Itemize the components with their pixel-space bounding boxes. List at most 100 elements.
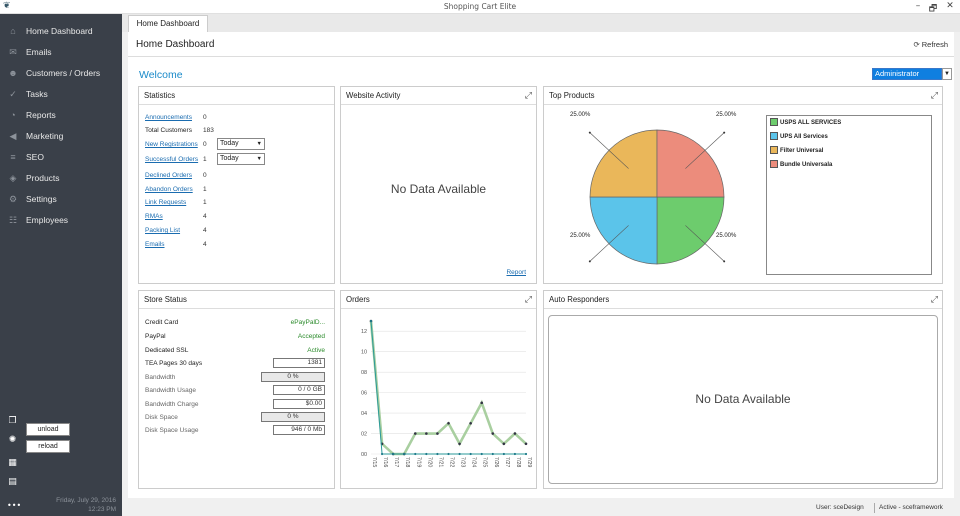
role-select[interactable]: Administrator ▼ [872,68,952,80]
sidebar-item-label: Employees [26,215,69,225]
y-tick-label: 10 [361,350,367,356]
tag-icon: ◈ [9,172,17,183]
unload-button[interactable]: unload [26,423,70,436]
sidebar-item-products[interactable]: ◈ Products [0,168,122,188]
expand-icon[interactable]: ⤢ [525,87,532,104]
period-select-value: Today [220,155,239,162]
statistic-value: 0 [203,172,207,179]
period-select[interactable]: Today ▼ [217,138,265,150]
store-status-label: Disk Space Usage [145,427,199,434]
refresh-label: Refresh [921,40,948,49]
y-tick-label: 06 [361,391,367,397]
data-point [369,319,373,323]
sidebar: ⌂ Home Dashboard ✉ Emails ☻ Customers / Order… [0,14,122,516]
calendar-icon[interactable]: ▤ [7,477,18,488]
sidebar-item-label: SEO [26,152,44,162]
store-status-label: Dedicated SSL [145,347,189,354]
sidebar-item-tasks[interactable]: ✓ Tasks [0,84,122,104]
sidebar-date: Friday, July 29, 2016 [56,497,116,504]
pie-legend: USPS ALL SERVICES UPS All Services Filter … [766,115,932,275]
y-tick-label: 08 [361,370,367,376]
legend-swatch [770,118,778,127]
readonly-field: 0 / 0 GB [273,385,325,395]
window-titlebar: ❦ Shopping Cart Elite – 🗗 ✕ [0,0,960,14]
main-content: Home Dashboard ⟳ Refresh Welcome Administ… [128,32,954,498]
statistic-label[interactable]: New Registrations [145,141,198,148]
statistic-label[interactable]: Abandon Orders [145,186,193,193]
statistic-row: RMAs 4 [145,212,330,222]
data-point [502,452,505,456]
statistic-value: 0 [203,114,207,121]
x-tick-label: 7/24 [471,457,477,467]
window-switch-icon[interactable]: ❐ [7,416,18,427]
expand-icon[interactable]: ⤢ [931,291,938,308]
store-status-label: Bandwidth Usage [145,387,196,394]
sliders-icon: ≡ [10,152,16,162]
chevron-down-icon: ▼ [256,141,262,147]
sidebar-item-marketing[interactable]: ◀ Marketing [0,126,122,146]
pie-percent-label: 25.00% [570,233,591,239]
statistic-value: 4 [203,213,207,220]
statistic-label[interactable]: Packing List [145,227,180,234]
statistic-row: Total Customers 183 [145,126,330,136]
statistic-label[interactable]: Announcements [145,114,192,121]
sidebar-item-settings[interactable]: ⚙ Settings [0,189,122,209]
store-status-row: Credit Card ePayPalD... [145,317,325,328]
statistic-row: Declined Orders 0 [145,171,330,181]
data-point [524,442,528,446]
data-point [403,452,406,456]
statistic-row: Announcements 0 [145,113,330,123]
report-link[interactable]: Report [506,269,526,276]
sidebar-item-emails[interactable]: ✉ Emails [0,42,122,62]
sidebar-item-reports[interactable]: ◔ Reports [0,105,122,125]
store-status-row: Dedicated SSL Active [145,345,325,356]
panel-title: Statistics [139,87,334,105]
chevron-down-icon[interactable]: ▼ [942,68,952,80]
sidebar-item-employees[interactable]: ☷ Employees [0,210,122,230]
data-point [380,452,384,456]
minimize-button[interactable]: – [911,1,925,11]
calculator-icon[interactable]: ▦ [7,458,18,469]
store-status-label: Disk Space [145,414,178,421]
tasks-icon: ✓ [9,88,17,99]
lightbulb-icon[interactable]: ✺ [7,435,18,446]
statistic-label[interactable]: Emails [145,241,165,248]
data-point [436,432,439,435]
readonly-field: 1381 [273,358,325,368]
statistic-row: Emails 4 [145,240,330,250]
period-select-value: Today [220,140,239,147]
close-button[interactable]: ✕ [943,1,957,11]
tab-home-dashboard[interactable]: Home Dashboard [128,15,208,32]
pie-percent-label: 25.00% [716,233,737,239]
sidebar-item-customers-orders[interactable]: ☻ Customers / Orders [0,63,122,83]
reload-button[interactable]: reload [26,440,70,453]
legend-label: Bundle Universala [780,162,833,168]
legend-item: Filter Universal [770,146,823,156]
sidebar-item-home-dashboard[interactable]: ⌂ Home Dashboard [0,21,122,41]
period-select[interactable]: Today ▼ [217,153,265,165]
page-title: Home Dashboard [136,39,215,50]
legend-label: Filter Universal [780,148,824,154]
statistic-row: Abandon Orders 1 [145,185,330,195]
expand-icon[interactable]: ⤢ [525,291,532,308]
expand-icon[interactable]: ⤢ [931,87,938,104]
window-title: Shopping Cart Elite [443,2,517,11]
tab-strip: Home Dashboard [122,14,960,32]
statistic-label[interactable]: RMAs [145,213,163,220]
orders-panel: Orders ⤢ 00 02 04 06 08 10 12 7/15 7/16 7/17 7/18 7… [340,290,537,489]
y-tick-label: 00 [361,452,367,458]
legend-item: UPS All Services [770,132,828,142]
refresh-button[interactable]: ⟳ Refresh [913,40,948,49]
usage-meter: 0 % [261,412,325,422]
statistic-label[interactable]: Declined Orders [145,172,192,179]
sidebar-item-seo[interactable]: ≡ SEO [0,147,122,167]
x-tick-label: 7/27 [504,457,510,467]
store-status-value: ePayPalD... [290,319,325,326]
statistic-label: Total Customers [145,127,192,134]
statistic-label[interactable]: Link Requests [145,199,186,206]
sidebar-item-label: Tasks [26,89,48,99]
sidebar-item-label: Products [26,173,60,183]
statistic-label[interactable]: Successful Orders [145,156,198,163]
sidebar-item-label: Customers / Orders [26,68,101,78]
store-status-row: Disk Space 0 % [145,412,325,423]
